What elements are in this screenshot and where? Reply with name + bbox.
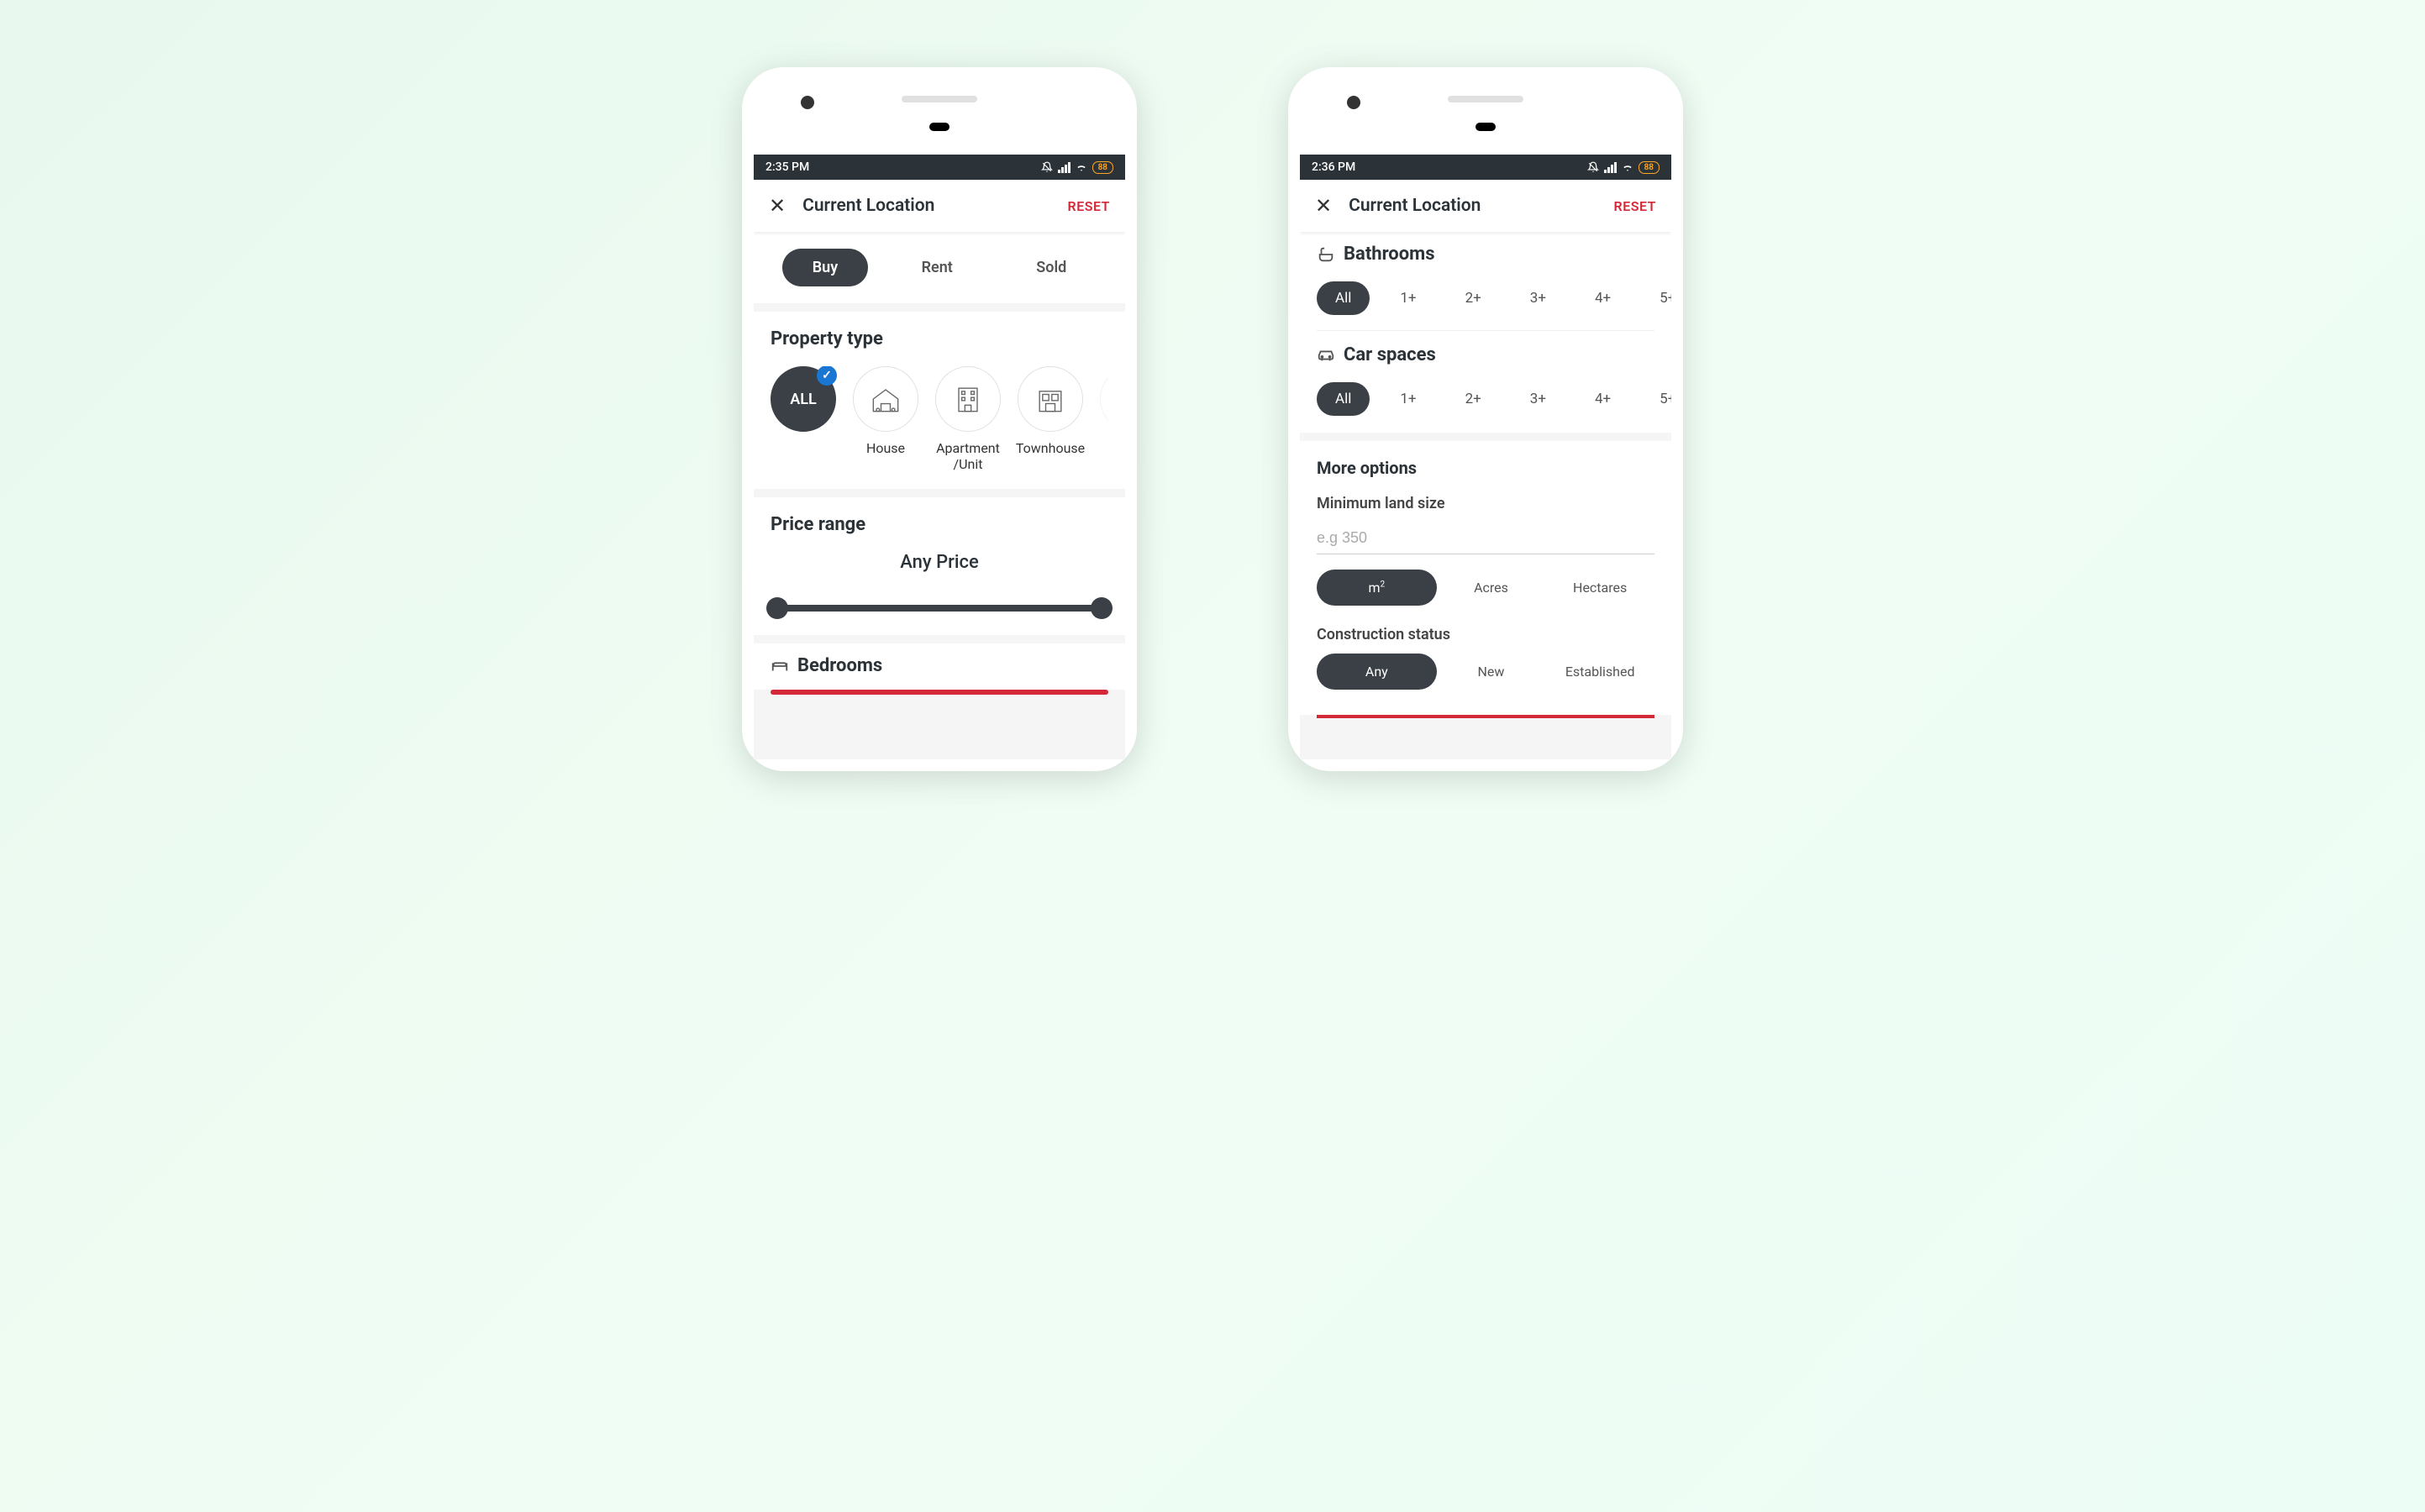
phone-speaker — [902, 96, 977, 102]
slider-handle-min[interactable] — [766, 597, 788, 619]
bathrooms-3plus[interactable]: 3+ — [1512, 281, 1565, 315]
car-3plus[interactable]: 3+ — [1512, 382, 1565, 416]
unit-acres[interactable]: Acres — [1437, 570, 1546, 606]
property-type-more[interactable] — [1100, 366, 1108, 472]
tab-buy[interactable]: Buy — [782, 249, 868, 286]
more-options-title: More options — [1317, 458, 1654, 478]
bathrooms-4plus[interactable]: 4+ — [1576, 281, 1629, 315]
property-type-title: Property type — [771, 328, 1108, 349]
land-size-input[interactable] — [1317, 522, 1654, 554]
price-range-title: Price range — [771, 514, 1108, 535]
status-time: 2:35 PM — [765, 160, 809, 174]
car-1plus[interactable]: 1+ — [1381, 382, 1434, 416]
phone-speaker — [1448, 96, 1523, 102]
status-icons: 88 — [1587, 161, 1660, 174]
listing-type-tabs: Buy Rent Sold — [754, 232, 1125, 303]
unit-m2[interactable]: m2 — [1317, 570, 1437, 606]
property-type-townhouse[interactable]: Townhouse — [1018, 366, 1083, 472]
slider-track — [777, 605, 1102, 612]
bathrooms-5plus[interactable]: 5+ — [1641, 281, 1671, 315]
car-spaces-title: Car spaces — [1344, 344, 1436, 365]
car-spaces-section: Car spaces All 1+ 2+ 3+ 4+ 5+ — [1300, 339, 1671, 433]
car-4plus[interactable]: 4+ — [1576, 382, 1629, 416]
signal-icon — [1604, 162, 1617, 173]
car-all[interactable]: All — [1317, 382, 1370, 416]
car-icon — [1317, 346, 1335, 365]
construction-any[interactable]: Any — [1317, 654, 1437, 690]
signal-icon — [1058, 162, 1070, 173]
townhouse-icon — [1032, 381, 1069, 417]
status-time: 2:36 PM — [1312, 160, 1355, 174]
apartment-icon — [949, 381, 986, 417]
status-bar: 2:36 PM 88 — [1300, 155, 1671, 180]
check-icon: ✓ — [817, 366, 837, 386]
phone-mockup-2: 2:36 PM 88 ✕ Current Location RESET Bath… — [1288, 67, 1683, 771]
car-5plus[interactable]: 5+ — [1641, 382, 1671, 416]
construction-label: Construction status — [1317, 626, 1654, 643]
bathrooms-1plus[interactable]: 1+ — [1381, 281, 1434, 315]
unit-hectares[interactable]: Hectares — [1545, 570, 1654, 606]
slider-handle-max[interactable] — [1091, 597, 1113, 619]
page-title: Current Location — [802, 196, 1067, 216]
price-range-section: Price range Any Price — [754, 497, 1125, 635]
wifi-icon — [1076, 161, 1087, 173]
property-type-apartment[interactable]: Apartment /Unit — [935, 366, 1001, 472]
construction-established[interactable]: Established — [1545, 654, 1654, 690]
status-icons: 88 — [1041, 161, 1113, 174]
phone-sensor — [929, 123, 949, 131]
close-icon[interactable]: ✕ — [769, 196, 786, 216]
bath-icon — [1317, 245, 1335, 264]
more-options-section: More options Minimum land size m2 Acres … — [1300, 441, 1671, 715]
price-slider[interactable] — [777, 598, 1102, 618]
mute-icon — [1587, 161, 1599, 173]
bathrooms-2plus[interactable]: 2+ — [1447, 281, 1500, 315]
status-bar: 2:35 PM 88 — [754, 155, 1125, 180]
close-icon[interactable]: ✕ — [1315, 196, 1332, 216]
reset-button[interactable]: RESET — [1614, 198, 1656, 214]
bed-icon — [771, 657, 789, 675]
property-type-townhouse-label: Townhouse — [1016, 440, 1085, 456]
app-header: ✕ Current Location RESET — [1300, 180, 1671, 232]
land-size-label: Minimum land size — [1317, 495, 1654, 512]
bathrooms-all[interactable]: All — [1317, 281, 1370, 315]
battery-indicator: 88 — [1639, 161, 1660, 174]
property-type-all[interactable]: ALL ✓ — [771, 366, 836, 472]
wifi-icon — [1622, 161, 1633, 173]
reset-button[interactable]: RESET — [1068, 198, 1110, 214]
action-bar-peek[interactable] — [771, 690, 1108, 695]
property-type-house-label: House — [866, 440, 905, 456]
property-type-all-label: ALL — [790, 391, 816, 408]
price-range-value: Any Price — [771, 552, 1108, 573]
app-header: ✕ Current Location RESET — [754, 180, 1125, 232]
battery-indicator: 88 — [1092, 161, 1113, 174]
bathrooms-title: Bathrooms — [1344, 244, 1435, 265]
tab-rent[interactable]: Rent — [892, 249, 983, 286]
bedrooms-title: Bedrooms — [797, 655, 882, 676]
bathrooms-section: Bathrooms All 1+ 2+ 3+ 4+ 5+ — [1300, 232, 1671, 339]
screen-2: 2:36 PM 88 ✕ Current Location RESET Bath… — [1300, 155, 1671, 759]
mute-icon — [1041, 161, 1053, 173]
tab-sold[interactable]: Sold — [1006, 249, 1097, 286]
property-type-house[interactable]: House — [853, 366, 918, 472]
screen-1: 2:35 PM 88 ✕ Current Location RESET Buy … — [754, 155, 1125, 759]
bedrooms-section: Bedrooms — [754, 643, 1125, 690]
construction-new[interactable]: New — [1437, 654, 1546, 690]
house-icon — [867, 381, 904, 417]
phone-mockup-1: 2:35 PM 88 ✕ Current Location RESET Buy … — [742, 67, 1137, 771]
property-type-section: Property type ALL ✓ House — [754, 312, 1125, 489]
car-2plus[interactable]: 2+ — [1447, 382, 1500, 416]
phone-sensor — [1476, 123, 1496, 131]
property-type-apartment-label: Apartment /Unit — [935, 440, 1001, 472]
action-bar-peek[interactable] — [1317, 715, 1654, 718]
page-title: Current Location — [1349, 196, 1613, 216]
